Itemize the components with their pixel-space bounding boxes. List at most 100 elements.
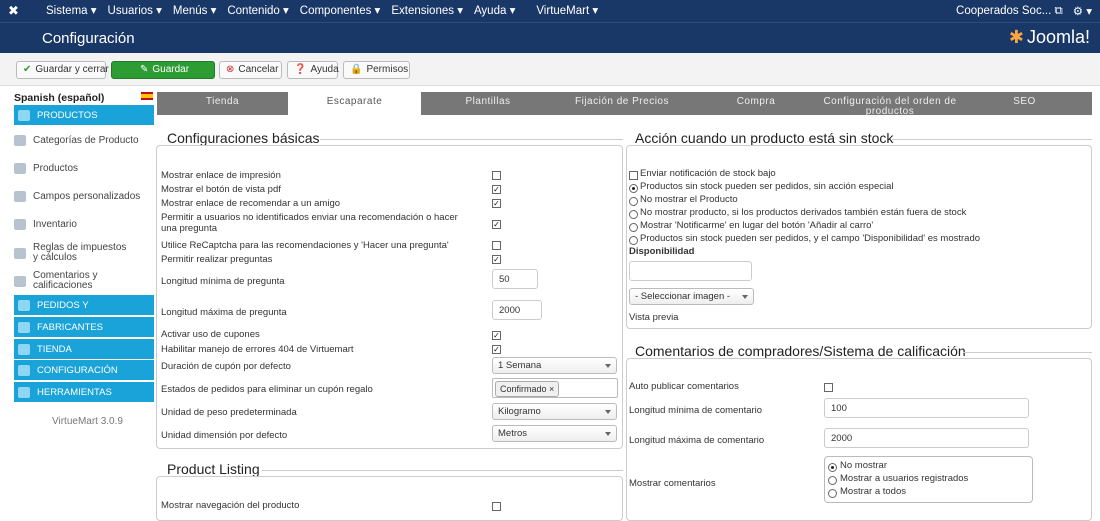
coupons-checkbox[interactable]: ✓ (492, 331, 501, 340)
dimension-unit-select[interactable]: Metros (492, 425, 617, 442)
sidebar-item-inventario[interactable]: Inventario (14, 219, 154, 230)
tab-compra[interactable]: Compra (689, 92, 823, 115)
weight-unit-select[interactable]: Kilogramo (492, 403, 617, 420)
coupon-duration-label: Duración de cupón por defecto (161, 361, 291, 372)
config-tabs: Tienda Escaparate Plantillas Fijación de… (157, 92, 1092, 117)
show-comments-label: Mostrar comentarios (629, 478, 716, 489)
error404-checkbox[interactable]: ✓ (492, 345, 501, 354)
menu-virtuemart[interactable]: VirtueMart ▾ (536, 0, 598, 22)
settings-gear-icon[interactable]: ⚙ ▾ (1073, 4, 1092, 18)
max-question-input[interactable]: 2000 (492, 300, 542, 320)
tab-escaparate[interactable]: Escaparate (288, 92, 421, 115)
help-button[interactable]: ❓ Ayuda (287, 61, 339, 79)
menu-contenido[interactable]: Contenido ▾ (227, 0, 288, 22)
select-image-dropdown[interactable]: - Seleccionar imagen - (629, 288, 754, 305)
show-all-radio[interactable] (828, 489, 837, 498)
pdf-button-label: Mostrar el botón de vista pdf (161, 184, 281, 195)
sidebar-item-categorias[interactable]: Categorías de Producto (14, 135, 154, 146)
pdf-button-checkbox[interactable]: ✓ (492, 185, 501, 194)
print-link-checkbox[interactable] (492, 171, 501, 180)
save-button[interactable]: ✎ Guardar (111, 61, 215, 79)
menu-ayuda[interactable]: Ayuda ▾ (474, 0, 515, 22)
sidebar-section-tienda[interactable]: TIENDA (14, 339, 154, 359)
sidebar-section-configuracion[interactable]: CONFIGURACIÓN (14, 360, 154, 380)
tab-tienda[interactable]: Tienda (157, 92, 288, 115)
min-question-input[interactable]: 50 (492, 269, 538, 289)
sidebar-section-pedidos[interactable]: PEDIDOS Y (14, 295, 154, 315)
tab-seo[interactable]: SEO (957, 92, 1092, 115)
error404-label: Habilitar manejo de errores 404 de Virtu… (161, 344, 354, 355)
product-nav-checkbox[interactable] (492, 502, 501, 511)
availability-input[interactable] (629, 261, 752, 281)
sidebar-item-comentarios[interactable]: Comentarios y calificaciones (14, 271, 154, 291)
menu-usuarios[interactable]: Usuarios ▾ (108, 0, 162, 22)
weight-unit-label: Unidad de peso predeterminada (161, 407, 297, 418)
spain-flag-icon[interactable] (141, 92, 153, 100)
allow-questions-checkbox[interactable]: ✓ (492, 255, 501, 264)
dimension-unit-label: Unidad dimensión por defecto (161, 430, 288, 441)
category-icon (14, 135, 26, 146)
stock-option-label: No mostrar producto, si los productos de… (640, 207, 967, 218)
sidebar-section-herramientas[interactable]: HERRAMIENTAS (14, 382, 154, 402)
tab-orden-productos[interactable]: Configuración del orden de productos (823, 92, 957, 117)
stock-option-radio-3[interactable] (629, 210, 638, 219)
sidebar: Spanish (español) PRODUCTOS Categorías d… (0, 86, 154, 513)
sidebar-item-campos[interactable]: Campos personalizados (14, 191, 154, 202)
anon-recommend-checkbox[interactable]: ✓ (492, 220, 501, 229)
recommend-link-checkbox[interactable]: ✓ (492, 199, 501, 208)
max-comment-input[interactable]: 2000 (824, 428, 1029, 448)
stock-option-radio-5[interactable] (629, 236, 638, 245)
auto-publish-checkbox[interactable] (824, 383, 833, 392)
sidebar-item-label: Categorías de Producto (33, 135, 139, 146)
recaptcha-checkbox[interactable] (492, 241, 501, 250)
sidebar-item-productos[interactable]: Productos (14, 163, 154, 174)
stock-option-radio-2[interactable] (629, 197, 638, 206)
lock-icon: 🔒 (350, 64, 363, 75)
sidebar-section-fabricantes[interactable]: FABRICANTES (14, 317, 154, 337)
joomla-icon[interactable]: ✖ (8, 3, 22, 19)
show-registered-radio[interactable] (828, 476, 837, 485)
min-comment-input[interactable]: 100 (824, 398, 1029, 418)
reviews-title: Comentarios de compradores/Sistema de ca… (635, 343, 966, 359)
select-value: - Seleccionar imagen - (635, 291, 731, 302)
sidebar-item-label: Comentarios y calificaciones (33, 270, 98, 291)
external-link-icon: ⧉ (1054, 4, 1063, 17)
stock-option-label: Productos sin stock pueden ser pedidos, … (640, 181, 894, 192)
coupon-duration-select[interactable]: 1 Semana (492, 357, 617, 374)
allow-questions-label: Permitir realizar preguntas (161, 254, 273, 265)
save-close-label: Guardar y cerrar (35, 64, 109, 75)
confirmed-tag[interactable]: Confirmado × (495, 381, 560, 397)
low-stock-checkbox[interactable] (629, 171, 638, 180)
help-label: Ayuda (310, 64, 339, 75)
menu-extensiones[interactable]: Extensiones ▾ (391, 0, 463, 22)
sidebar-section-productos[interactable]: PRODUCTOS (14, 105, 154, 125)
show-option-label: Mostrar a usuarios registrados (840, 473, 969, 484)
recommend-link-label: Mostrar enlace de recomendar a un amigo (161, 198, 341, 209)
site-link[interactable]: Cooperados Soc... ⧉ (956, 5, 1063, 18)
joomla-logo: ✱ Joomla! (1009, 27, 1090, 48)
anon-recommend-label: Permitir a usuarios no identificados env… (161, 212, 458, 234)
cancel-button[interactable]: ⊗ Cancelar (219, 61, 282, 79)
question-icon: ❓ (294, 64, 307, 75)
order-states-label: Estados de pedidos para eliminar un cupó… (161, 384, 373, 395)
menu-menus[interactable]: Menús ▾ (173, 0, 216, 22)
coupons-label: Activar uso de cupones (161, 329, 260, 340)
chevron-down-icon (605, 364, 611, 368)
inventory-icon (14, 219, 26, 230)
sidebar-item-impuestos[interactable]: Reglas de impuestos y cálculos (14, 243, 154, 263)
main-menu: Sistema ▾ Usuarios ▾ Menús ▾ Contenido ▾… (46, 0, 609, 22)
auto-publish-label: Auto publicar comentarios (629, 381, 739, 392)
stock-option-radio-4[interactable] (629, 223, 638, 232)
permissions-button[interactable]: 🔒 Permisos (343, 61, 410, 79)
cancel-label: Cancelar (238, 64, 279, 75)
tab-fijacion-precios[interactable]: Fijación de Precios (555, 92, 689, 115)
tab-plantillas[interactable]: Plantillas (421, 92, 555, 115)
menu-componentes[interactable]: Componentes ▾ (300, 0, 381, 22)
print-link-label: Mostrar enlace de impresión (161, 170, 281, 181)
section-label: PEDIDOS Y (37, 299, 89, 311)
save-close-button[interactable]: ✔ Guardar y cerrar (16, 61, 109, 79)
menu-sistema[interactable]: Sistema ▾ (46, 0, 97, 22)
show-none-radio[interactable] (828, 463, 837, 472)
save-label: Guardar (152, 64, 190, 75)
stock-option-radio-1[interactable] (629, 184, 638, 193)
